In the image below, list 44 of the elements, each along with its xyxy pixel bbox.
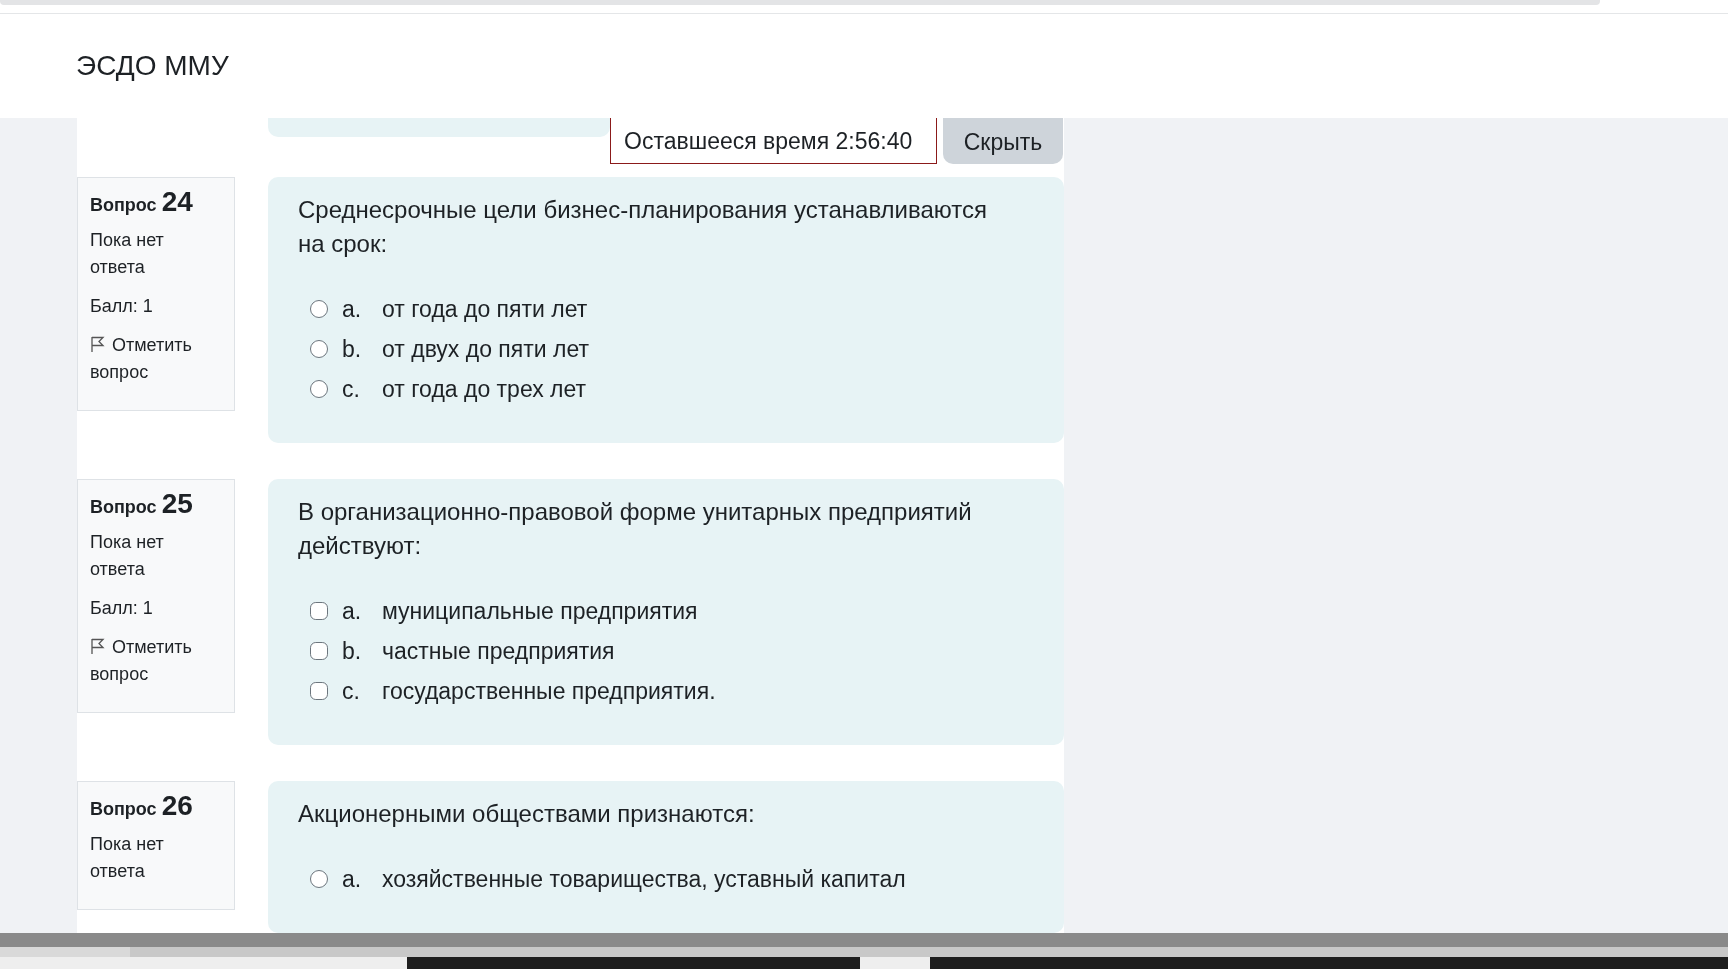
option-text: хозяйственные товарищества, уставный капитал [382, 864, 906, 894]
option-letter: c. [342, 374, 361, 404]
site-title[interactable]: ЭСДО ММУ [76, 49, 229, 83]
question-label: Вопрос [90, 195, 157, 215]
horizontal-scrollbar[interactable] [0, 947, 1728, 957]
checkbox[interactable] [310, 642, 328, 660]
question-label: Вопрос [90, 799, 157, 819]
answer-status: Пока нет ответа [90, 531, 165, 581]
question-text: Среднесрочные цели бизнес-планирования устанавливаются на срок: [298, 195, 989, 259]
radio-button[interactable] [310, 340, 328, 358]
option-letter: b. [342, 334, 363, 364]
answer-status: Пока нет ответа [90, 833, 165, 883]
question-label: Вопрос [90, 497, 157, 517]
option-text: от года до пяти лет [382, 294, 588, 324]
question-number: 24 [161, 186, 193, 217]
timer-display: Оставшееся время 2:56:40 [610, 118, 937, 164]
option-text: муниципальные предприятия [382, 596, 698, 626]
flag-question-link[interactable]: Отметить вопрос [90, 332, 222, 386]
radio-button[interactable] [310, 300, 328, 318]
option-letter: b. [342, 636, 363, 666]
question-text: В организационно-правовой форме унитарных предприятий действуют: [298, 497, 973, 561]
option-text: частные предприятия [382, 636, 615, 666]
question-text: Акционерными обществами признаются: [298, 799, 756, 829]
checkbox[interactable] [310, 602, 328, 620]
option-text: от двух до пяти лет [382, 334, 589, 364]
score-text: Балл: 1 [90, 597, 154, 620]
radio-button[interactable] [310, 380, 328, 398]
score-text: Балл: 1 [90, 295, 154, 318]
radio-button[interactable] [310, 870, 328, 888]
option-text: государственные предприятия. [382, 676, 716, 706]
flag-icon [90, 638, 105, 654]
question-number: 26 [161, 790, 193, 821]
flag-question-link[interactable]: Отметить вопрос [90, 634, 222, 688]
question-number: 25 [161, 488, 193, 519]
hide-button[interactable]: Скрыть [943, 118, 1063, 164]
option-letter: a. [342, 864, 363, 894]
option-letter: c. [342, 676, 361, 706]
option-letter: a. [342, 596, 363, 626]
option-letter: a. [342, 294, 363, 324]
answer-status: Пока нет ответа [90, 229, 165, 279]
top-scrollbar[interactable] [0, 0, 1600, 5]
option-text: от года до трех лет [382, 374, 587, 404]
flag-icon [90, 336, 105, 352]
checkbox[interactable] [310, 682, 328, 700]
